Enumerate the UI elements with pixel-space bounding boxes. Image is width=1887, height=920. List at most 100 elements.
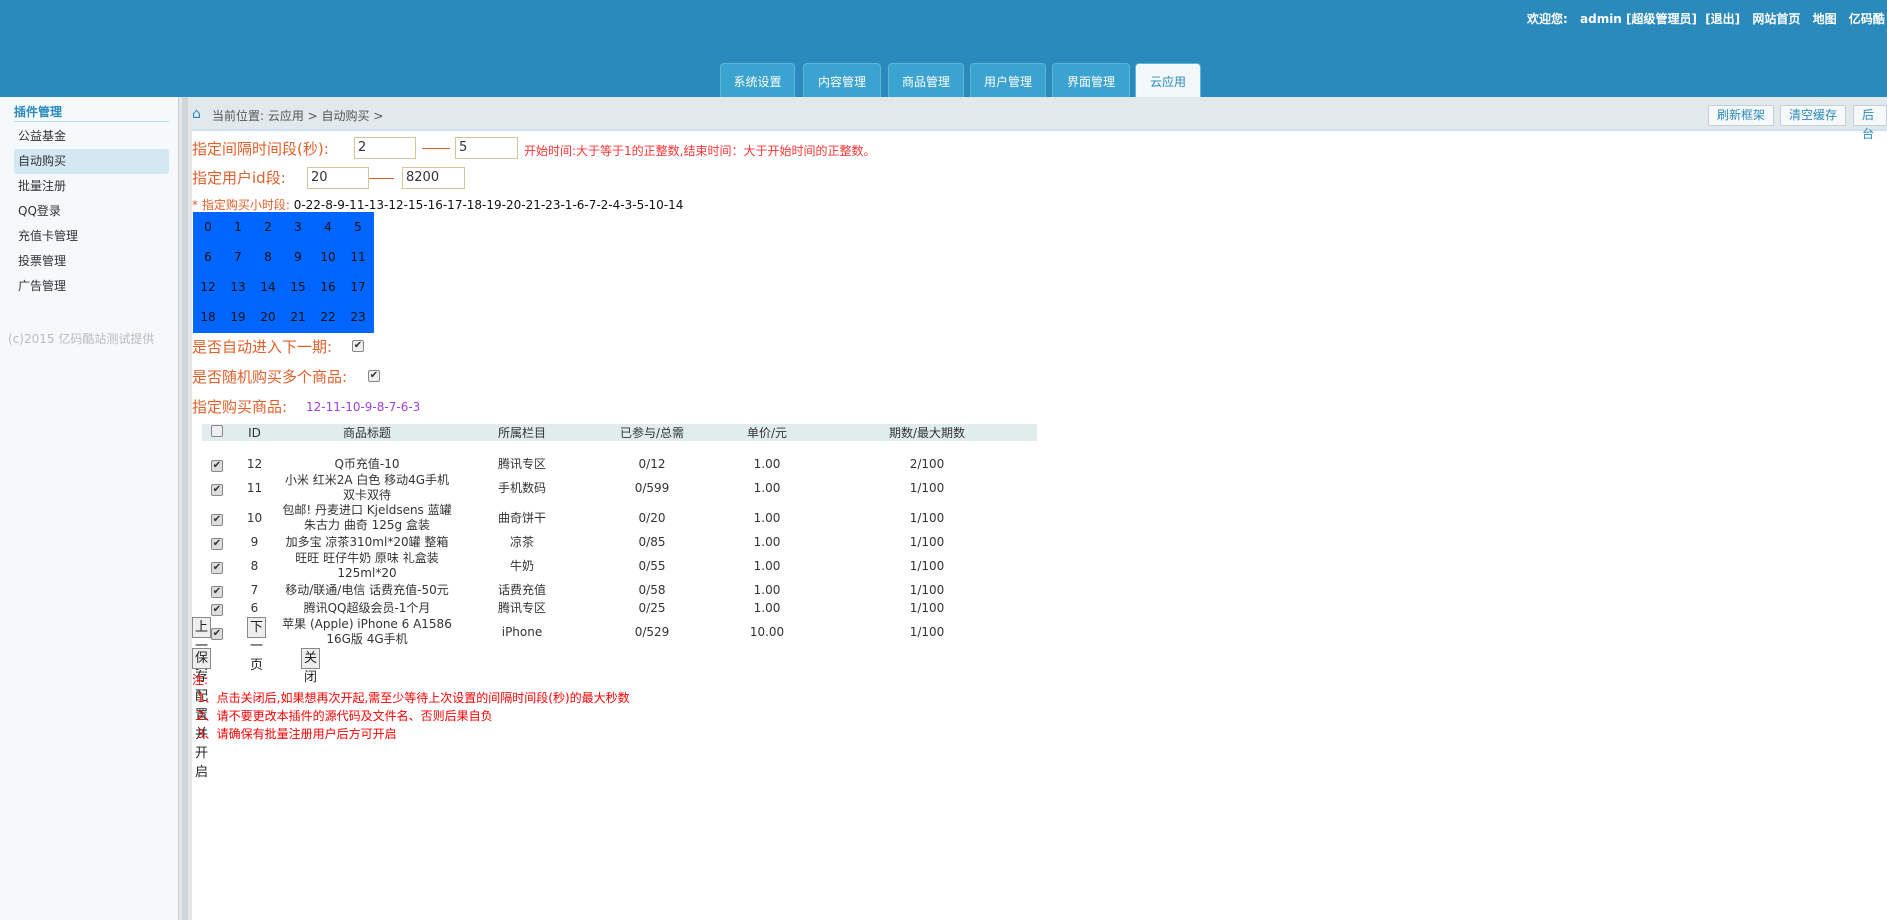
random-checkbox[interactable]: ✔ bbox=[368, 370, 380, 382]
hour-cell[interactable]: 21 bbox=[283, 302, 313, 332]
backend-button[interactable]: 后台 bbox=[1853, 105, 1887, 141]
row-checkbox[interactable]: ✔ bbox=[211, 627, 223, 640]
map-link[interactable]: 地图 bbox=[1813, 12, 1837, 26]
userid-start-input[interactable]: 20 bbox=[307, 167, 369, 189]
cell-periods: 1/100 bbox=[909, 534, 945, 549]
cell-category: 凉茶 bbox=[509, 534, 534, 549]
hour-cell[interactable]: 17 bbox=[343, 272, 373, 302]
cell-progress: 0/12 bbox=[638, 456, 666, 471]
notes-title: 注: bbox=[192, 673, 209, 687]
sidebar-item-auto-buy[interactable]: 自动购买 bbox=[14, 149, 169, 174]
cell-price: 1.00 bbox=[753, 558, 781, 573]
hour-cell[interactable]: 8 bbox=[253, 242, 283, 272]
hour-cell[interactable]: 1 bbox=[223, 212, 253, 242]
cell-price: 1.00 bbox=[753, 534, 781, 549]
sidebar-item-qq-login[interactable]: QQ登录 bbox=[14, 199, 169, 224]
cell-price: 1.00 bbox=[753, 582, 781, 597]
hour-cell[interactable]: 12 bbox=[193, 272, 223, 302]
tab-system-settings[interactable]: 系统设置 bbox=[720, 63, 795, 97]
hour-cell[interactable]: 10 bbox=[313, 242, 343, 272]
tab-interface[interactable]: 界面管理 bbox=[1052, 63, 1130, 97]
scrollbar-thumb[interactable] bbox=[182, 97, 188, 920]
hour-cell[interactable]: 16 bbox=[313, 272, 343, 302]
cell-price: 1.00 bbox=[753, 600, 781, 615]
interval-label: 指定间隔时间段(秒): bbox=[192, 140, 329, 158]
note-item: 1、点击关闭后,如果想再次开起,需至少等待上次设置的间隔时间段(秒)的最大秒数 bbox=[197, 691, 630, 705]
hour-cell[interactable]: 0 bbox=[193, 212, 223, 242]
sidebar-item-vote-management[interactable]: 投票管理 bbox=[14, 249, 169, 274]
goods-value: 12-11-10-9-8-7-6-3 bbox=[306, 400, 421, 414]
next-page-button[interactable]: 下一页 bbox=[247, 617, 267, 673]
hour-cell[interactable]: 22 bbox=[313, 302, 343, 332]
clear-cache-button[interactable]: 清空缓存 bbox=[1780, 105, 1847, 126]
cell-price: 1.00 bbox=[753, 480, 781, 495]
table-row: ✔ 9 加多宝 凉茶310ml*20罐 整箱 凉茶 0/85 1.00 1/100 bbox=[202, 533, 1037, 551]
cell-periods: 2/100 bbox=[909, 456, 945, 471]
cell-progress: 0/58 bbox=[638, 582, 666, 597]
hour-cell[interactable]: 19 bbox=[223, 302, 253, 332]
cell-title: 苹果 (Apple) iPhone 6 A1586 16G版 4G手机 bbox=[282, 617, 452, 646]
home-icon: ⌂ bbox=[192, 106, 201, 122]
sidebar-item-ad-management[interactable]: 广告管理 bbox=[14, 274, 169, 299]
brand-link[interactable]: 亿码酷 bbox=[1849, 12, 1885, 26]
cell-id: 9 bbox=[250, 534, 259, 549]
close-button[interactable]: 关闭 bbox=[301, 648, 321, 685]
userid-label: 指定用户id段: bbox=[192, 169, 286, 187]
tab-cloud-apps[interactable]: 云应用 bbox=[1135, 63, 1201, 97]
auto-next-checkbox[interactable]: ✔ bbox=[352, 340, 364, 352]
save-and-start-button[interactable]: 保存配置并开启 bbox=[192, 648, 212, 780]
hour-cell[interactable]: 6 bbox=[193, 242, 223, 272]
hour-cell[interactable]: 2 bbox=[253, 212, 283, 242]
cell-price: 1.00 bbox=[753, 456, 781, 471]
hour-cell[interactable]: 7 bbox=[223, 242, 253, 272]
hour-cell[interactable]: 4 bbox=[313, 212, 343, 242]
cell-category: iPhone bbox=[501, 624, 543, 639]
interval-end-input[interactable]: 5 bbox=[455, 137, 518, 159]
sidebar-scrollbar[interactable] bbox=[178, 97, 192, 920]
hour-cell[interactable]: 23 bbox=[343, 302, 373, 332]
welcome-text: 欢迎您: bbox=[1527, 12, 1568, 26]
sidebar-item-batch-register[interactable]: 批量注册 bbox=[14, 174, 169, 199]
row-checkbox[interactable]: ✔ bbox=[211, 585, 223, 598]
sidebar-item-charity[interactable]: 公益基金 bbox=[14, 124, 169, 149]
cell-price: 10.00 bbox=[749, 624, 785, 639]
row-checkbox[interactable]: ✔ bbox=[211, 483, 223, 496]
cell-category: 手机数码 bbox=[497, 480, 546, 495]
hour-cell[interactable]: 14 bbox=[253, 272, 283, 302]
col-progress: 已参与/总需 bbox=[587, 424, 717, 441]
col-category: 所属栏目 bbox=[457, 424, 587, 441]
tab-content[interactable]: 内容管理 bbox=[803, 63, 881, 97]
select-all-checkbox[interactable] bbox=[211, 425, 223, 437]
hour-cell[interactable]: 5 bbox=[343, 212, 373, 242]
cell-title: 包邮! 丹麦进口 Kjeldsens 蓝罐 朱古力 曲奇 125g 盒装 bbox=[282, 503, 452, 532]
cell-periods: 1/100 bbox=[909, 600, 945, 615]
interval-start-input[interactable]: 2 bbox=[354, 137, 416, 159]
range-dash bbox=[422, 148, 450, 149]
col-price: 单价/元 bbox=[717, 424, 817, 441]
hour-cell[interactable]: 18 bbox=[193, 302, 223, 332]
row-checkbox[interactable]: ✔ bbox=[211, 561, 223, 574]
goods-table: ID 商品标题 所属栏目 已参与/总需 单价/元 期数/最大期数 ✔ 12 Q币充值… bbox=[202, 424, 1037, 647]
hour-cell[interactable]: 3 bbox=[283, 212, 313, 242]
refresh-frame-button[interactable]: 刷新框架 bbox=[1708, 105, 1775, 126]
logout-link[interactable]: [退出] bbox=[1705, 12, 1740, 26]
hour-cell[interactable]: 9 bbox=[283, 242, 313, 272]
site-home-link[interactable]: 网站首页 bbox=[1752, 12, 1800, 26]
sidebar-item-card-management[interactable]: 充值卡管理 bbox=[14, 224, 169, 249]
hour-cell[interactable]: 20 bbox=[253, 302, 283, 332]
sidebar-title: 插件管理 bbox=[14, 105, 63, 119]
userid-end-input[interactable]: 8200 bbox=[402, 167, 465, 189]
cell-category: 腾讯专区 bbox=[497, 456, 546, 471]
hour-cell[interactable]: 15 bbox=[283, 272, 313, 302]
row-checkbox[interactable]: ✔ bbox=[211, 513, 223, 526]
tab-goods[interactable]: 商品管理 bbox=[888, 63, 964, 97]
prev-page-button[interactable]: 上一页 bbox=[192, 617, 212, 673]
hour-cell[interactable]: 13 bbox=[223, 272, 253, 302]
hour-cell[interactable]: 11 bbox=[343, 242, 373, 272]
tab-users[interactable]: 用户管理 bbox=[970, 63, 1046, 97]
row-checkbox[interactable]: ✔ bbox=[211, 459, 223, 472]
table-row: ✔ 8 旺旺 旺仔牛奶 原味 礼盒装 125ml*20 牛奶 0/55 1.00 1/100 bbox=[202, 551, 1037, 581]
interval-hint: 开始时间:大于等于1的正整数,结束时间：大于开始时间的正整数。 bbox=[524, 144, 876, 158]
row-checkbox[interactable]: ✔ bbox=[211, 537, 223, 550]
row-checkbox[interactable]: ✔ bbox=[211, 603, 223, 616]
